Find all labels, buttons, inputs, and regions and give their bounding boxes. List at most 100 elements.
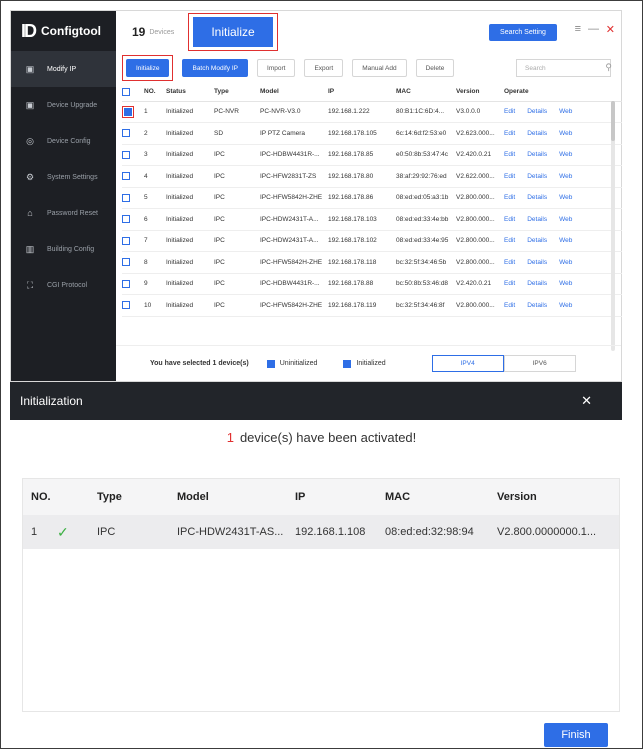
row-select-cell[interactable]: [122, 144, 144, 166]
row-checkbox[interactable]: [122, 150, 130, 159]
row-checkbox[interactable]: [124, 107, 132, 116]
initialize-callout-button[interactable]: Initialize: [193, 17, 273, 47]
web-link[interactable]: Web: [559, 108, 572, 115]
web-link[interactable]: Web: [559, 130, 572, 137]
cell-ip: 192.168.1.222: [328, 101, 396, 123]
search-icon[interactable]: ⚲: [605, 62, 612, 73]
web-link[interactable]: Web: [559, 194, 572, 201]
manual-add-button[interactable]: Manual Add: [352, 59, 407, 77]
edit-link[interactable]: Edit: [504, 302, 515, 309]
row-select-cell[interactable]: [122, 122, 144, 145]
row-select-cell[interactable]: [122, 101, 144, 123]
row-checkbox[interactable]: [122, 279, 130, 288]
edit-link[interactable]: Edit: [504, 173, 515, 180]
details-link[interactable]: Details: [527, 108, 547, 115]
row-checkbox[interactable]: [122, 193, 130, 202]
col-operate: Operate: [504, 83, 622, 102]
res-ip: 192.168.1.108: [295, 526, 366, 538]
row-select-cell[interactable]: [122, 294, 144, 317]
details-link[interactable]: Details: [527, 151, 547, 158]
details-link[interactable]: Details: [527, 280, 547, 287]
sidebar-item-device-upgrade[interactable]: ▣ Device Upgrade: [11, 87, 116, 123]
table-row[interactable]: 8 Initialized IPC IPC-HFW5842H-ZHE 192.168.1…: [122, 251, 622, 274]
cell-no: 6: [144, 208, 166, 231]
initialize-button[interactable]: Initialize: [126, 59, 170, 77]
row-select-cell[interactable]: [122, 165, 144, 188]
configtool-window: ID Configtool ▣ Modify IP ▣ Device Upgra…: [10, 10, 622, 382]
table-row[interactable]: 10 Initialized IPC IPC-HFW5842H-ZHE 192.168.…: [122, 294, 622, 317]
sidebar-item-password-reset[interactable]: ⌂ Password Reset: [11, 195, 116, 231]
scrollbar-thumb[interactable]: [611, 101, 615, 141]
table-row[interactable]: 3 Initialized IPC IPC-HDBW4431R-... 192.168.…: [122, 144, 622, 166]
details-link[interactable]: Details: [527, 130, 547, 137]
row-checkbox[interactable]: [122, 215, 130, 224]
cell-type: IPC: [214, 208, 260, 231]
ipv6-tab[interactable]: IPV6: [503, 355, 576, 372]
sidebar-item-modify-ip[interactable]: ▣ Modify IP: [11, 51, 116, 87]
sidebar-item-building-config[interactable]: ▥ Building Config: [11, 231, 116, 267]
details-link[interactable]: Details: [527, 259, 547, 266]
modify-ip-icon: ▣: [25, 63, 35, 74]
details-link[interactable]: Details: [527, 173, 547, 180]
select-all-cell[interactable]: [122, 83, 144, 102]
edit-link[interactable]: Edit: [504, 130, 515, 137]
search-setting-button[interactable]: Search Setting: [489, 24, 557, 41]
import-button[interactable]: Import: [257, 59, 296, 77]
web-link[interactable]: Web: [559, 302, 572, 309]
table-row[interactable]: 6 Initialized IPC IPC-HDW2431T-A... 192.168.…: [122, 208, 622, 231]
row-checkbox[interactable]: [122, 129, 130, 138]
details-link[interactable]: Details: [527, 237, 547, 244]
row-select-cell[interactable]: [122, 208, 144, 231]
table-row[interactable]: 7 Initialized IPC IPC-HDW2431T-A... 192.168.…: [122, 230, 622, 252]
minimize-icon[interactable]: —: [588, 23, 599, 35]
row-select-cell[interactable]: [122, 187, 144, 209]
batch-modify-ip-button[interactable]: Batch Modify IP: [182, 59, 249, 77]
web-link[interactable]: Web: [559, 280, 572, 287]
web-link[interactable]: Web: [559, 151, 572, 158]
row-select-cell[interactable]: [122, 251, 144, 274]
export-button[interactable]: Export: [304, 59, 344, 77]
sidebar-item-cgi-protocol[interactable]: ⛶ CGI Protocol: [11, 267, 116, 303]
cell-mac: 6c:14:6d:f2:53:e0: [396, 122, 456, 145]
menu-icon[interactable]: ≡: [575, 23, 581, 35]
finish-button[interactable]: Finish: [544, 723, 608, 747]
sidebar-item-system-settings[interactable]: ⚙ System Settings: [11, 159, 116, 195]
search-input[interactable]: Search ⚲: [516, 59, 612, 77]
edit-link[interactable]: Edit: [504, 259, 515, 266]
delete-button[interactable]: Delete: [415, 59, 455, 77]
legend-label: Initialized: [356, 360, 386, 367]
details-link[interactable]: Details: [527, 302, 547, 309]
edit-link[interactable]: Edit: [504, 280, 515, 287]
edit-link[interactable]: Edit: [504, 108, 515, 115]
edit-link[interactable]: Edit: [504, 194, 515, 201]
details-link[interactable]: Details: [527, 194, 547, 201]
table-scrollbar[interactable]: [611, 101, 615, 351]
row-checkbox[interactable]: [122, 172, 130, 181]
table-row[interactable]: 9 Initialized IPC IPC-HDBW4431R-... 192.168.…: [122, 273, 622, 295]
edit-link[interactable]: Edit: [504, 216, 515, 223]
dialog-close-icon[interactable]: ✕: [581, 393, 592, 409]
row-checkbox[interactable]: [122, 236, 130, 245]
row-select-cell[interactable]: [122, 273, 144, 295]
edit-link[interactable]: Edit: [504, 237, 515, 244]
row-checkbox[interactable]: [122, 258, 130, 267]
web-link[interactable]: Web: [559, 259, 572, 266]
cell-type: SD: [214, 122, 260, 145]
select-all-checkbox[interactable]: [122, 87, 130, 96]
cell-type: PC-NVR: [214, 101, 260, 123]
web-link[interactable]: Web: [559, 173, 572, 180]
web-link[interactable]: Web: [559, 237, 572, 244]
table-row[interactable]: 4 Initialized IPC IPC-HFW2831T-ZS 192.168.17…: [122, 165, 622, 188]
table-row[interactable]: 5 Initialized IPC IPC-HFW5842H-ZHE 192.168.1…: [122, 187, 622, 209]
web-link[interactable]: Web: [559, 216, 572, 223]
table-row[interactable]: 2 Initialized SD IP PTZ Camera 192.168.178.1…: [122, 122, 622, 145]
ipv4-tab[interactable]: IPV4: [431, 355, 504, 372]
details-link[interactable]: Details: [527, 216, 547, 223]
row-checkbox[interactable]: [122, 301, 130, 310]
edit-link[interactable]: Edit: [504, 151, 515, 158]
search-placeholder: Search: [525, 64, 546, 72]
sidebar-item-device-config[interactable]: ◎ Device Config: [11, 123, 116, 159]
row-select-cell[interactable]: [122, 230, 144, 252]
close-icon[interactable]: ✕: [606, 23, 615, 36]
table-row[interactable]: 1 Initialized PC-NVR PC-NVR-V3.0 192.168.1.2…: [122, 101, 622, 123]
